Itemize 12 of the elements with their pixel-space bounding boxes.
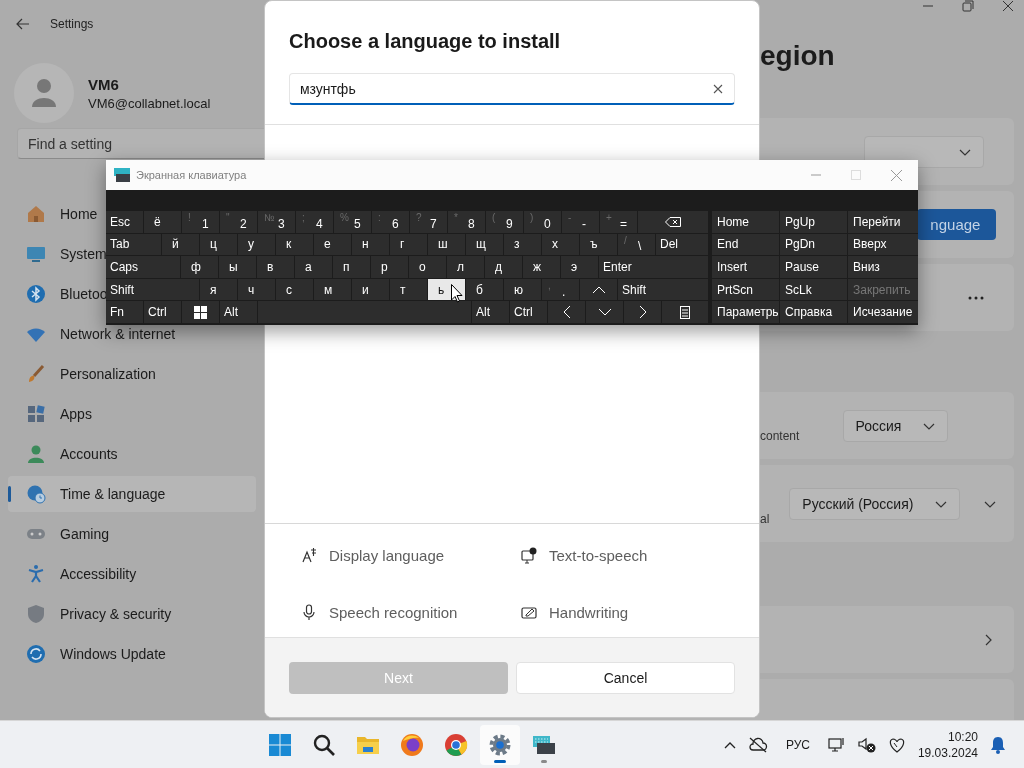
- feature-label: Display language: [329, 546, 445, 564]
- user-email: VM6@collabnet.local: [88, 95, 211, 111]
- window-title: Settings: [50, 17, 94, 31]
- feature-label: Speech recognition: [329, 604, 458, 621]
- feature-label: Handwriting: [549, 604, 629, 621]
- user-name: VM6: [88, 75, 120, 93]
- setting-description: al: [760, 512, 770, 526]
- dialog-title: Choose a language to install: [289, 29, 562, 53]
- feature-label: Text-to-speech: [549, 546, 648, 564]
- window-title: Экранная клавиатура: [136, 169, 248, 181]
- setting-description: content: [760, 429, 800, 443]
- page-title: egion: [760, 39, 835, 73]
